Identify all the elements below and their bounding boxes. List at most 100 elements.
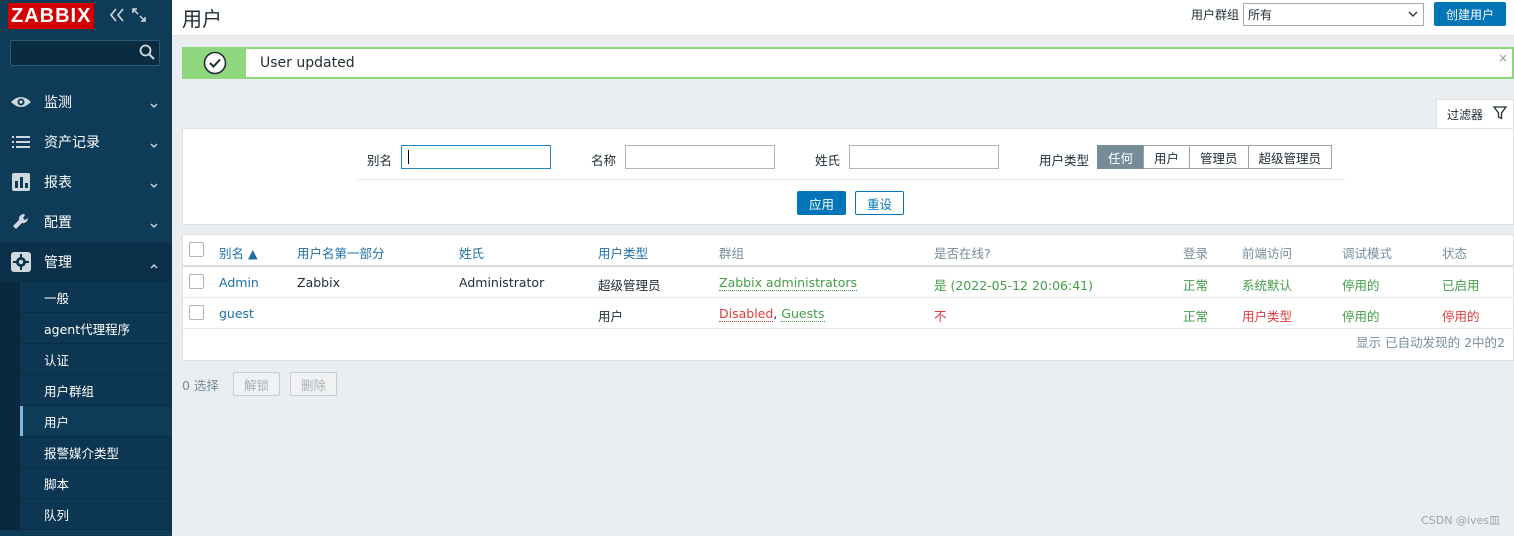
user-group-select[interactable]: 所有 [1242,2,1424,26]
online-status: 是 (2022-05-12 20:06:41) [934,278,1093,293]
unblock-button[interactable]: 解锁 [232,372,280,396]
user-name: Zabbix [297,275,340,290]
online-status: 不 [934,309,947,324]
bar-chart-icon [10,171,32,193]
kiosk-mode-icon[interactable] [130,7,148,26]
selected-count: 0 选择 [182,377,219,393]
sidebar-item-configuration[interactable]: 配置 [0,202,172,242]
sidebar-search-input[interactable] [10,40,160,66]
sidebar-item-administration[interactable]: 管理 [0,242,172,282]
user-alias-link[interactable]: Admin [219,275,259,290]
debug-mode: 停用的 [1342,278,1380,293]
submenu-scripts[interactable]: 脚本 [20,468,172,499]
funnel-icon [1492,106,1508,123]
col-login: 登录 [1183,246,1209,261]
submenu-authentication[interactable]: 认证 [20,344,172,375]
submenu-users[interactable]: 用户 [20,406,172,437]
page-header: 用户 用户群组 所有 创建用户 [172,0,1514,36]
user-type-super-admin[interactable]: 超级管理员 [1247,145,1333,169]
sidebar-item-label: 管理 [44,255,72,271]
frontend-access: 系统默认 [1242,278,1293,293]
col-groups: 群组 [719,246,745,261]
group-link[interactable]: Zabbix administrators [719,275,857,291]
user-type-segmented: 任何 用户 管理员 超级管理员 [1097,145,1333,169]
sidebar-item-label: 监测 [44,95,72,111]
close-icon[interactable]: × [1498,51,1508,65]
sidebar-item-label: 资产记录 [44,135,100,151]
surname-input[interactable] [849,145,999,169]
admin-submenu: 一般 agent代理程序 认证 用户群组 用户 报警媒介类型 脚本 队列 [0,282,172,530]
row-checkbox[interactable] [189,274,204,289]
text-caret [408,150,409,164]
user-alias-link[interactable]: guest [219,306,254,321]
apply-button[interactable]: 应用 [797,191,847,215]
col-online: 是否在线? [934,246,991,261]
main-content: 用户 用户群组 所有 创建用户 User updated × 过滤器 别名 名称… [172,0,1514,536]
col-debug-mode: 调试模式 [1342,246,1393,261]
zabbix-logo[interactable]: ZABBIX [8,3,95,29]
chevron-down-icon [150,137,158,153]
row-checkbox[interactable] [189,305,204,320]
col-surname[interactable]: 姓氏 [459,243,484,262]
filter-row: 别名 名称 姓氏 用户类型 任何 用户 管理员 超级管理员 [183,145,1513,171]
chevron-up-icon [150,257,158,273]
frontend-access: 用户类型 [1242,309,1293,324]
sidebar-nav: 监测 资产记录 报表 配置 管理 一般 agent代理程序 认证 用户群组 用户… [0,82,172,530]
message-text: User updated [260,55,355,71]
user-status-link[interactable]: 停用的 [1442,306,1480,325]
user-status-link[interactable]: 已启用 [1442,275,1480,294]
submenu-media-types[interactable]: 报警媒介类型 [20,437,172,468]
sidebar-item-label: 配置 [44,215,72,231]
table-header: 别名 ▲ 用户名第一部分 姓氏 用户类型 群组 是否在线? 登录 前端访问 调试… [183,235,1513,267]
debug-mode: 停用的 [1342,309,1380,324]
users-table: 别名 ▲ 用户名第一部分 姓氏 用户类型 群组 是否在线? 登录 前端访问 调试… [182,234,1514,361]
chevron-down-icon [150,97,158,113]
reset-button[interactable]: 重设 [855,191,905,215]
alias-input[interactable] [401,145,551,169]
success-message: User updated × [182,47,1514,79]
eye-icon [10,91,32,113]
user-type-user[interactable]: 用户 [1143,145,1191,169]
collapse-sidebar-icon[interactable] [108,7,126,26]
filter-tab-label: 过滤器 [1447,108,1484,122]
user-type: 超级管理员 [598,278,661,293]
col-name[interactable]: 用户名第一部分 [297,243,385,262]
filter-tab[interactable]: 过滤器 [1436,99,1514,129]
user-type-admin[interactable]: 管理员 [1189,145,1249,169]
groups-cell: Disabled, Guests [719,306,825,322]
logo-row: ZABBIX [0,0,172,32]
sidebar: ZABBIX 监测 资产记录 报表 配置 管理 一般 agent代理程序 认证 … [0,0,172,536]
submenu-proxies[interactable]: agent代理程序 [20,313,172,344]
sidebar-item-label: 报表 [44,175,72,191]
name-input[interactable] [625,145,775,169]
filter-buttons: 应用 重设 [797,191,905,215]
user-type-any[interactable]: 任何 [1097,145,1145,169]
group-link[interactable]: Guests [781,306,825,322]
sidebar-item-reports[interactable]: 报表 [0,162,172,202]
col-frontend-access: 前端访问 [1242,246,1293,261]
create-user-button[interactable]: 创建用户 [1433,2,1506,26]
table-row: Admin Zabbix Administrator 超级管理员 Zabbix … [183,267,1513,298]
select-all-checkbox[interactable] [189,242,204,257]
submenu-general[interactable]: 一般 [20,282,172,313]
col-status: 状态 [1442,246,1468,261]
submenu-user-groups[interactable]: 用户群组 [20,375,172,406]
user-surname: Administrator [459,275,545,290]
delete-button[interactable]: 删除 [289,372,337,396]
gear-icon [10,251,32,273]
col-user-type[interactable]: 用户类型 [598,243,648,262]
search-icon[interactable] [139,44,155,63]
filter-panel: 别名 名称 姓氏 用户类型 任何 用户 管理员 超级管理员 应用 重设 [182,128,1514,225]
wrench-icon [10,211,32,233]
group-link[interactable]: Disabled [719,306,774,322]
chevron-down-icon [150,177,158,193]
user-type: 用户 [598,309,624,324]
chevron-down-icon [150,217,158,233]
sidebar-item-inventory[interactable]: 资产记录 [0,122,172,162]
sidebar-item-monitoring[interactable]: 监测 [0,82,172,122]
list-icon [10,131,32,153]
login-status: 正常 [1183,309,1209,324]
user-type-label: 用户类型 [1039,153,1090,168]
submenu-queue[interactable]: 队列 [20,499,172,530]
col-alias[interactable]: 别名 ▲ [219,243,258,262]
